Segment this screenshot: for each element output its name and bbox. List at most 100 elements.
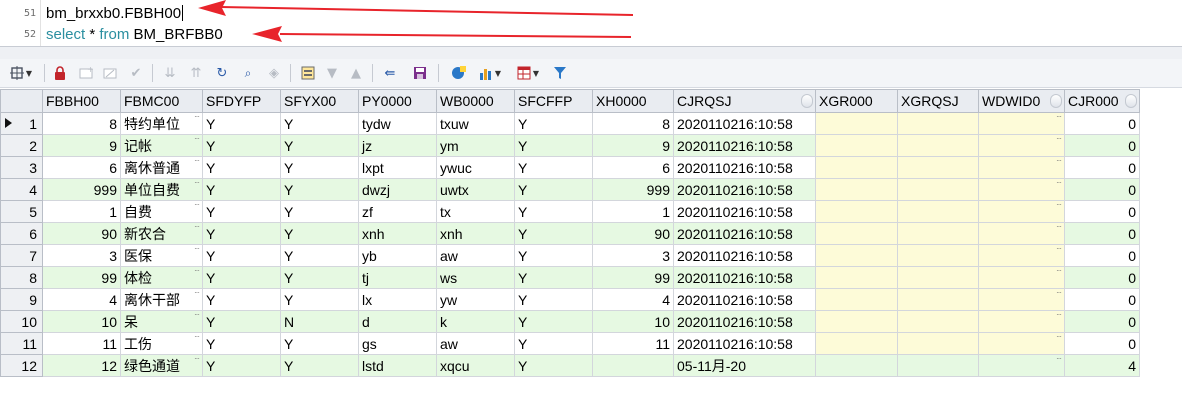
column-header-fbbh00[interactable]: FBBH00: [42, 89, 121, 113]
table-row[interactable]: 6 90 新农合 ··· Y Yxnh xnh Y 90 2020110216:10:58 ··· 0: [0, 222, 1140, 245]
cell-py0000[interactable]: dwzj: [358, 178, 437, 201]
cell-fbbh00[interactable]: 6: [42, 156, 121, 179]
column-header-wdwid0[interactable]: WDWID0: [978, 89, 1065, 113]
column-sort-button[interactable]: [1050, 94, 1062, 108]
cell-sfcffp[interactable]: Y: [514, 112, 593, 135]
cell-sfyx00[interactable]: Y: [280, 200, 359, 223]
cell-sfcffp[interactable]: Y: [514, 156, 593, 179]
refresh-icon[interactable]: ↻: [212, 63, 232, 83]
cell-cjrqsj[interactable]: 2020110216:10:58: [673, 266, 816, 289]
table-row[interactable]: 10 10 呆 ··· Y Nd k Y 10 2020110216:10:58 ··· 0: [0, 310, 1140, 333]
cell-fbmc00[interactable]: 记帐 ···: [120, 134, 203, 157]
table-row[interactable]: 7 3 医保 ··· Y Yyb aw Y 3 2020110216:10:58 ··· 0: [0, 244, 1140, 267]
cell-fbmc00[interactable]: 绿色通道 ···: [120, 354, 203, 377]
cell-fbbh00[interactable]: 8: [42, 112, 121, 135]
cell-xh0000[interactable]: 6: [592, 156, 674, 179]
cell-editor-button[interactable]: ···: [194, 334, 200, 342]
chart-icon[interactable]: ▼: [474, 63, 506, 83]
cell-cjrqsj[interactable]: 2020110216:10:58: [673, 178, 816, 201]
cell-editor-button[interactable]: ···: [1056, 202, 1062, 210]
cell-wb0000[interactable]: ws: [436, 266, 515, 289]
cell-sfcffp[interactable]: Y: [514, 244, 593, 267]
cell-cjr000[interactable]: 0: [1064, 112, 1140, 135]
cell-py0000[interactable]: lx: [358, 288, 437, 311]
cell-py0000[interactable]: d: [358, 310, 437, 333]
cell-sfcffp[interactable]: Y: [514, 310, 593, 333]
cell-fbmc00[interactable]: 医保 ···: [120, 244, 203, 267]
cell-wdwid0[interactable]: ···: [978, 310, 1065, 333]
cell-xh0000[interactable]: 10: [592, 310, 674, 333]
cell-wb0000[interactable]: aw: [436, 244, 515, 267]
cell-cjr000[interactable]: 0: [1064, 288, 1140, 311]
cell-wdwid0[interactable]: ···: [978, 244, 1065, 267]
cell-sfcffp[interactable]: Y: [514, 332, 593, 355]
cell-xh0000[interactable]: 99: [592, 266, 674, 289]
cell-fbbh00[interactable]: 10: [42, 310, 121, 333]
cell-fbmc00[interactable]: 特约单位 ···: [120, 112, 203, 135]
column-header-sfcffp[interactable]: SFCFFP: [514, 89, 593, 113]
cell-xgr000[interactable]: [815, 200, 898, 223]
add-record-icon[interactable]: +: [76, 63, 96, 83]
row-header[interactable]: 5: [0, 200, 43, 223]
cell-sfyx00[interactable]: Y: [280, 288, 359, 311]
column-header-xgrqsj[interactable]: XGRQSJ: [897, 89, 979, 113]
table-row[interactable]: 1 8 特约单位 ··· Y Ytydw txuw Y 8 2020110216:10:58 ···…: [0, 112, 1140, 135]
cell-editor-button[interactable]: ···: [1056, 158, 1062, 166]
cell-fbbh00[interactable]: 1: [42, 200, 121, 223]
export-icon[interactable]: [448, 63, 470, 83]
cell-editor-button[interactable]: ···: [194, 180, 200, 188]
cell-sfdyfp[interactable]: Y: [202, 134, 281, 157]
cell-cjrqsj[interactable]: 2020110216:10:58: [673, 222, 816, 245]
cell-editor-button[interactable]: ···: [194, 136, 200, 144]
cell-sfcffp[interactable]: Y: [514, 288, 593, 311]
cell-xgrqsj[interactable]: [897, 200, 979, 223]
column-header-xh0000[interactable]: XH0000: [592, 89, 674, 113]
cell-fbmc00[interactable]: 离休普通 ···: [120, 156, 203, 179]
cell-xgrqsj[interactable]: [897, 112, 979, 135]
cell-sfyx00[interactable]: Y: [280, 178, 359, 201]
cell-wb0000[interactable]: aw: [436, 332, 515, 355]
cell-xgr000[interactable]: [815, 354, 898, 377]
cell-fbbh00[interactable]: 12: [42, 354, 121, 377]
cell-xgrqsj[interactable]: [897, 156, 979, 179]
cell-xgr000[interactable]: [815, 332, 898, 355]
cell-cjr000[interactable]: 0: [1064, 244, 1140, 267]
cell-wdwid0[interactable]: ···: [978, 266, 1065, 289]
cell-py0000[interactable]: yb: [358, 244, 437, 267]
cell-wdwid0[interactable]: ···: [978, 222, 1065, 245]
filter-up-icon[interactable]: ▲: [346, 63, 366, 83]
cell-xh0000[interactable]: 999: [592, 178, 674, 201]
cell-editor-button[interactable]: ···: [1056, 224, 1062, 232]
cell-wb0000[interactable]: k: [436, 310, 515, 333]
cell-xh0000[interactable]: 9: [592, 134, 674, 157]
column-header-sfdyfp[interactable]: SFDYFP: [202, 89, 281, 113]
cell-sfdyfp[interactable]: Y: [202, 332, 281, 355]
cell-sfcffp[interactable]: Y: [514, 354, 593, 377]
cell-editor-button[interactable]: ···: [194, 224, 200, 232]
cell-sfcffp[interactable]: Y: [514, 178, 593, 201]
table-row[interactable]: 9 4 离休干部 ··· Y Ylx yw Y 4 2020110216:10:58 ··· 0: [0, 288, 1140, 311]
cell-wdwid0[interactable]: ···: [978, 134, 1065, 157]
cell-xgr000[interactable]: [815, 156, 898, 179]
cell-xgrqsj[interactable]: [897, 288, 979, 311]
row-header[interactable]: 4: [0, 178, 43, 201]
cell-fbmc00[interactable]: 自费 ···: [120, 200, 203, 223]
cell-cjr000[interactable]: 0: [1064, 156, 1140, 179]
cell-editor-button[interactable]: ···: [194, 202, 200, 210]
cell-wb0000[interactable]: yw: [436, 288, 515, 311]
cell-py0000[interactable]: lxpt: [358, 156, 437, 179]
row-header[interactable]: 11: [0, 332, 43, 355]
cell-fbmc00[interactable]: 工伤 ···: [120, 332, 203, 355]
cell-cjrqsj[interactable]: 05-11月-20: [673, 354, 816, 377]
cell-wb0000[interactable]: txuw: [436, 112, 515, 135]
cell-wdwid0[interactable]: ···: [978, 354, 1065, 377]
find-icon[interactable]: ⌕: [238, 63, 258, 83]
sql-editor[interactable]: 51 52 bm_brxxb0.FBBH00 select * from BM_…: [0, 0, 1182, 46]
cell-editor-button[interactable]: ···: [1056, 136, 1062, 144]
cell-sfdyfp[interactable]: Y: [202, 354, 281, 377]
cell-sfyx00[interactable]: Y: [280, 332, 359, 355]
cell-sfyx00[interactable]: Y: [280, 222, 359, 245]
delete-record-icon[interactable]: [100, 63, 120, 83]
cell-xh0000[interactable]: 1: [592, 200, 674, 223]
table-row[interactable]: 5 1 自费 ··· Y Yzf tx Y 1 2020110216:10:58 ··· 0: [0, 200, 1140, 223]
